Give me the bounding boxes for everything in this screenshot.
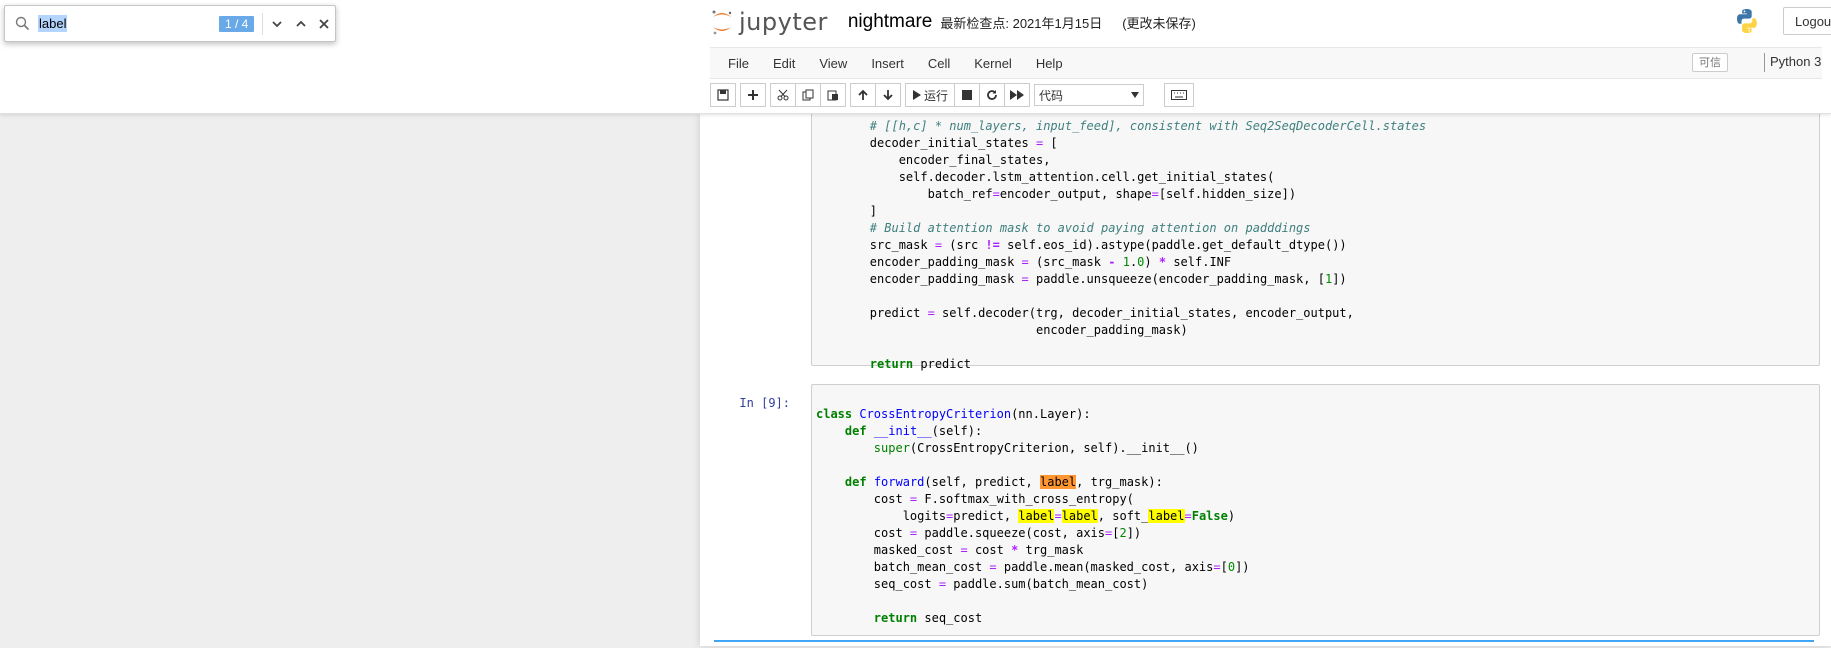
refresh-icon [987,90,997,100]
plus-icon [748,90,758,100]
run-group: 运行 [905,83,1031,107]
arrow-up-icon [858,89,868,100]
scissors-icon [777,89,789,101]
cell-input[interactable]: # [[h,c] * num_layers, input_feed], cons… [811,108,1820,371]
keyboard-icon [1171,90,1188,100]
close-icon [319,19,329,29]
find-match-count: 1 / 4 [219,16,255,32]
find-bar: label 1 / 4 [4,5,336,42]
jupyter-logo-text: jupyter [739,8,828,36]
paste-button[interactable] [820,83,846,107]
stop-icon [962,90,973,100]
chevron-up-icon [296,20,306,27]
code-cell[interactable]: # [[h,c] * num_layers, input_feed], cons… [700,108,1822,372]
find-prev-button[interactable] [292,15,310,33]
menubar: File Edit View Insert Cell Kernel Help 可… [710,47,1822,79]
search-icon [15,16,30,34]
edit-group [770,83,846,107]
copy-icon [802,89,814,101]
cell-code[interactable]: class CrossEntropyCriterion(nn.Layer): d… [816,406,1250,627]
menu-file[interactable]: File [716,56,761,71]
run-button[interactable]: 运行 [905,83,956,107]
caret-down-icon [1131,92,1140,98]
insert-cell-button[interactable] [740,83,766,107]
jupyter-logo[interactable]: jupyter [711,8,828,36]
python-logo-icon [1733,7,1761,38]
chevron-down-icon [272,21,282,28]
move-up-button[interactable] [850,83,876,107]
brand-row: jupyter nightmare 最新检查点: 2021年1月15日 (更改未… [711,6,1196,38]
menu-insert[interactable]: Insert [859,56,916,71]
insert-group [740,83,766,107]
find-input[interactable]: label [38,15,68,32]
jupyter-logo-icon [712,10,732,35]
logout-button[interactable]: Logout [1783,7,1831,35]
cell-input[interactable]: class CrossEntropyCriterion(nn.Layer): d… [811,384,1820,636]
copy-button[interactable] [795,83,821,107]
move-group [850,83,901,107]
save-group [710,83,736,107]
toolbar: 运行 代码 [710,83,1195,107]
kernel-separator [1764,53,1765,72]
autosave-status: (更改未保存) [1122,15,1196,31]
restart-button[interactable] [979,83,1006,107]
menu-edit[interactable]: Edit [761,56,807,71]
save-icon [717,89,729,101]
menu-items: File Edit View Insert Cell Kernel Help [716,48,1075,78]
move-down-button[interactable] [875,83,901,107]
paste-icon [827,90,838,101]
kernel-name: Python 3 [1770,54,1822,69]
cell-type-select[interactable]: 代码 [1034,84,1145,106]
fast-forward-icon [1010,90,1025,100]
arrow-down-icon [883,90,893,101]
menu-kernel[interactable]: Kernel [962,56,1024,71]
restart-run-all-button[interactable] [1004,83,1031,107]
run-label: 运行 [924,88,949,103]
checkpoint-status: 最新检查点: 2021年1月15日 [940,15,1103,31]
cell-code[interactable]: # [[h,c] * num_layers, input_feed], cons… [812,118,1426,373]
code-cell[interactable]: In [9]: class CrossEntropyCriterion(nn.L… [700,384,1822,636]
play-icon [913,90,921,100]
trusted-badge[interactable]: 可信 [1692,53,1728,72]
interrupt-button[interactable] [954,83,981,107]
cut-button[interactable] [770,83,796,107]
command-palette-button[interactable] [1164,83,1195,107]
notebook-container: # [[h,c] * num_layers, input_feed], cons… [700,108,1831,648]
menu-view[interactable]: View [807,56,859,71]
cell-type-value: 代码 [1039,88,1064,103]
find-close-button[interactable] [315,15,333,33]
find-next-button[interactable] [268,15,286,33]
cell-prompt: In [9]: [739,396,790,410]
notebook-name[interactable]: nightmare [848,11,933,33]
save-button[interactable] [710,83,736,107]
next-cell-indicator [714,640,1814,648]
menu-cell[interactable]: Cell [916,56,962,71]
menu-help[interactable]: Help [1024,56,1075,71]
find-separator [262,13,263,35]
